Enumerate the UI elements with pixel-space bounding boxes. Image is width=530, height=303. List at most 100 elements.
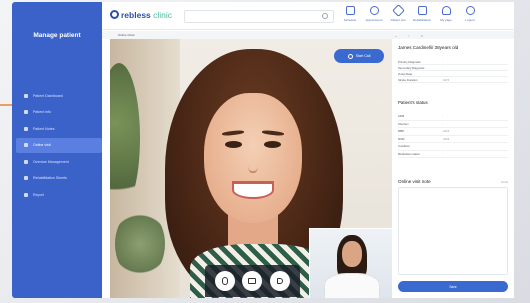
clock-icon <box>24 159 28 164</box>
status-value: : <box>442 144 443 149</box>
window-subbar: Online Clinic – ▫ × <box>102 31 514 39</box>
app-logo[interactable]: rebless clinic <box>110 10 172 20</box>
microphone-button[interactable] <box>214 271 235 291</box>
patient-status: ADM: Infection: MBP : 22.6 MOR: 22.8 Cond… <box>398 113 508 158</box>
sidebar-item-rehabilitation-sheets[interactable]: Rehabilitation Sheets <box>16 171 102 186</box>
patient-name: James Cardinelli/ 38years old <box>398 45 459 50</box>
sidebar-item-label: Patient Notes <box>33 126 55 131</box>
save-button[interactable]: Save <box>398 281 508 292</box>
status-value: : <box>442 121 443 126</box>
status-key: Medication status <box>398 151 420 156</box>
window-controls[interactable]: – ▫ × <box>395 33 428 38</box>
start-call-label: Start Call <box>355 54 371 58</box>
calendar-icon <box>345 6 355 15</box>
doctor-self-view[interactable] <box>309 228 392 298</box>
note-title: Online visit note <box>398 179 431 184</box>
sidebar: Manage patient Patient Dashboard Patient… <box>12 2 102 298</box>
sidebar-item-label: Online visit <box>33 143 51 147</box>
sidebar-item-label: Patient Dashboard <box>33 93 63 98</box>
nav-patient-list[interactable]: Patient List <box>386 4 410 22</box>
detail-value: : 22.5 <box>442 77 449 82</box>
logo-icon <box>110 10 119 19</box>
status-value: : 22.8 <box>442 136 449 141</box>
sidebar-item-label: Patient info <box>33 110 51 114</box>
status-value: : 22.6 <box>442 129 449 134</box>
status-row: MOR: 22.8 <box>398 136 508 143</box>
detail-key: Primary Diagnosis <box>398 59 421 64</box>
camera-icon <box>248 278 257 284</box>
microphone-icon <box>221 277 228 285</box>
note-textarea[interactable] <box>398 187 508 275</box>
speaker-icon <box>277 278 284 284</box>
status-row: Condition: <box>398 143 508 151</box>
status-value: : <box>442 151 443 156</box>
phone-icon <box>347 53 353 59</box>
main-window: rebless clinic Schedule Appointment Pati… <box>102 2 514 298</box>
status-key: Condition <box>398 144 410 149</box>
rehabilitation-icon <box>417 6 427 15</box>
sidebar-item-overdue-management[interactable]: Overdue Management <box>16 154 102 169</box>
nav-rehabilitation[interactable]: Rehabilitation <box>410 6 434 22</box>
speaker-button[interactable] <box>270 271 291 291</box>
dashboard-icon <box>24 93 28 98</box>
sidebar-item-label: Report <box>33 192 44 197</box>
nav-appointment[interactable]: Appointment <box>362 6 386 22</box>
nav-label: Appointment <box>365 18 383 22</box>
info-icon <box>24 110 28 114</box>
sheet-icon <box>24 176 28 180</box>
report-icon <box>24 192 28 197</box>
status-key: Infection <box>398 121 409 126</box>
brow <box>261 129 285 137</box>
detail-value: : <box>442 59 443 64</box>
eye <box>264 141 281 148</box>
nav-label: My page <box>440 18 452 22</box>
sidebar-item-label: Overdue Management <box>33 159 69 164</box>
start-call-button[interactable]: Start Call <box>334 49 384 63</box>
sidebar-item-patient-info[interactable]: Patient info <box>16 105 102 120</box>
detail-key: Secondary Diagnosis <box>398 65 425 70</box>
status-title: Patient's status <box>398 100 428 105</box>
detail-value: : <box>442 65 443 70</box>
sidebar-item-patient-notes[interactable]: Patient Notes <box>16 121 102 136</box>
logo-suffix: clinic <box>153 10 173 20</box>
status-row: MBP : 22.6 <box>398 128 508 136</box>
call-controls <box>205 265 300 297</box>
sidebar-title: Manage patient <box>33 32 81 39</box>
sidebar-item-label: Rehabilitation Sheets <box>33 176 67 180</box>
camera-button[interactable] <box>242 271 263 291</box>
sidebar-menu: Patient Dashboard Patient info Patient N… <box>16 88 102 204</box>
nav-label: Schedule <box>343 18 357 22</box>
background-plant <box>115 209 165 279</box>
nav-label: Logout <box>465 18 475 22</box>
patient-list-icon <box>391 4 405 17</box>
nav-logout[interactable]: Logout <box>458 6 482 22</box>
top-bar: rebless clinic Schedule Appointment Pati… <box>102 2 514 30</box>
top-nav: Schedule Appointment Patient List Rehabi… <box>338 4 482 22</box>
nav-label: Patient List <box>390 18 406 22</box>
nose <box>248 155 258 173</box>
status-value: : <box>442 114 443 119</box>
nav-my-page[interactable]: My page <box>434 6 458 22</box>
status-row: Infection: <box>398 121 508 128</box>
notes-icon <box>24 126 28 131</box>
search-input[interactable] <box>184 10 334 23</box>
doctor-coat <box>324 273 380 298</box>
search-icon[interactable] <box>322 13 328 19</box>
status-row: Medication status: <box>398 151 508 158</box>
nav-schedule[interactable]: Schedule <box>338 6 362 22</box>
logout-icon <box>465 6 475 15</box>
sidebar-item-patient-dashboard[interactable]: Patient Dashboard <box>16 88 102 103</box>
status-row: ADM: <box>398 113 508 121</box>
note-detail-link[interactable]: Detail <box>501 180 508 184</box>
eye <box>225 141 242 148</box>
detail-key: Onset Date <box>398 71 413 76</box>
sidebar-item-online-visit[interactable]: Online visit <box>16 137 102 153</box>
logo-brand: rebless <box>121 10 151 20</box>
sidebar-item-report[interactable]: Report <box>16 187 102 202</box>
patient-details: Primary Diagnosis: Secondary Diagnosis : … <box>398 59 508 83</box>
detail-row: Stroke Duration: 22.5 <box>398 77 508 83</box>
video-call-area: Start Call <box>110 39 392 298</box>
nav-label: Rehabilitation <box>412 18 432 22</box>
brow <box>221 129 245 137</box>
status-key: MBP <box>398 129 405 134</box>
